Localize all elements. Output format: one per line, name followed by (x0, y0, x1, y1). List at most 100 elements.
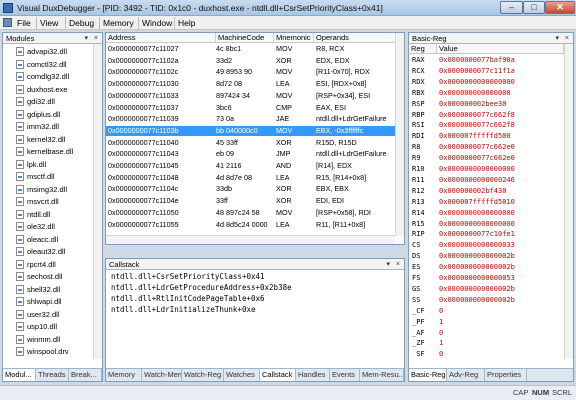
column-header-value[interactable]: Value (437, 44, 564, 54)
list-item[interactable]: oleaut32.dll (6, 246, 65, 258)
list-item[interactable]: sechost.dll (6, 271, 62, 283)
table-row[interactable]: 0x0000000077c11030 8d72 08 LEA ESI, [RDX+0x… (106, 79, 395, 90)
disassembly-vscroll[interactable] (395, 33, 404, 236)
column-header-address[interactable]: Address (106, 33, 216, 43)
table-row[interactable]: 0x0000000077c11043 eb 09 JMP ntdll.dll+LdrG… (106, 149, 395, 160)
menu-view[interactable]: View (36, 17, 61, 29)
table-row[interactable]: R11 0x0000000000000246 (409, 175, 564, 186)
table-row[interactable]: _SF 0 (409, 349, 564, 357)
tab-memory[interactable]: Memory (106, 369, 142, 381)
list-item[interactable]: ntdll.dll (6, 209, 50, 221)
list-item[interactable]: msimg32.dll (6, 184, 67, 196)
list-item[interactable]: gdiplus.dll (6, 109, 60, 121)
table-row[interactable]: 0x0000000077c1103b bb 040000c0 MOV EBX, -0x… (106, 125, 395, 137)
list-item[interactable]: rpcrt4.dll (6, 259, 56, 271)
list-item[interactable]: winmm.dll (6, 334, 60, 346)
table-row[interactable]: RSI 0x0000000077c662f8 (409, 120, 564, 131)
table-row[interactable]: RBP 0x0000000077c662f8 (409, 110, 564, 121)
callstack-entry[interactable]: ntdll.dll+LdrInitializeThunk+0xe (111, 305, 256, 314)
panel-controls[interactable]: ▾ × (555, 33, 571, 44)
tab-mem-resu[interactable]: Mem-Resu... (360, 369, 404, 381)
table-row[interactable]: 0x0000000077c11045 41 2116 AND [R14], EDX (106, 161, 395, 172)
menu-window[interactable]: Window (138, 17, 175, 29)
table-row[interactable]: R10 0x0000000000000000 (409, 164, 564, 175)
table-row[interactable]: R15 0x0000000000000000 (409, 219, 564, 230)
callstack-entry[interactable]: ntdll.dll+RtlInitCodePageTable+0x6 (111, 294, 265, 303)
table-row[interactable]: 0x0000000077c1102c 49 8953 90 MOV [R11-0x70… (106, 67, 395, 78)
menu-file[interactable]: File (14, 17, 34, 29)
list-item[interactable]: shlwapi.dll (6, 296, 62, 308)
minimize-button[interactable]: – (500, 1, 523, 14)
tab-callstack[interactable]: Callstack (260, 369, 296, 381)
list-item[interactable]: msctf.dll (6, 171, 55, 183)
close-button[interactable]: ✕ (545, 1, 575, 14)
table-row[interactable]: R14 0x0000000000000000 (409, 208, 564, 219)
table-row[interactable]: FS 0x0000000000000053 (409, 273, 564, 284)
list-item[interactable]: usp10.dll (6, 321, 57, 333)
column-header-operands[interactable]: Operands (314, 33, 396, 43)
table-row[interactable]: 0x0000000077c11050 48 897c24 58 MOV [RSP+0x… (106, 208, 395, 219)
tab-handles[interactable]: Handles (296, 369, 330, 381)
tab-watch-mem[interactable]: Watch-Mem (142, 369, 182, 381)
list-item[interactable]: duxhost.exe (6, 84, 67, 96)
column-header-mnemonic[interactable]: Mnemonic (274, 33, 314, 43)
table-row[interactable]: R8 0x0000000077c662e0 (409, 142, 564, 153)
modules-scrollbar[interactable] (93, 44, 102, 359)
list-item[interactable]: ole32.dll (6, 221, 55, 233)
callstack-entry[interactable]: ntdll.dll+LdrGetProcedureAddress+0x2b38e (111, 283, 292, 292)
maximize-button[interactable]: □ (523, 1, 545, 14)
table-row[interactable]: 0x0000000077c11055 4d 8d5c24 0000 LEA R11, … (106, 220, 395, 231)
table-row[interactable]: 0x0000000077c11039 73 0a JAE ntdll.dll+LdrG… (106, 114, 395, 125)
list-item[interactable]: imm32.dll (6, 121, 59, 133)
table-row[interactable]: R13 0x000007fffffd5010 (409, 197, 564, 208)
list-item[interactable]: oleacc.dll (6, 234, 58, 246)
table-row[interactable]: R12 0x000000002bf430 (409, 186, 564, 197)
list-item[interactable]: comdlg32.dll (6, 71, 69, 83)
tab-watch-reg[interactable]: Watch-Reg (182, 369, 224, 381)
list-item[interactable]: msvcrt.dll (6, 196, 59, 208)
menu-debug[interactable]: Debug (65, 17, 97, 29)
table-row[interactable]: RDX 0x0000000000000000 (409, 77, 564, 88)
table-row[interactable]: DS 0x000000000000002b (409, 251, 564, 262)
table-row[interactable]: 0x0000000077c11027 4c 8bc1 MOV R8, RCX (106, 44, 395, 55)
tab-basic-reg[interactable]: Basic-Reg (409, 369, 447, 381)
tab-events[interactable]: Events (330, 369, 360, 381)
list-item[interactable]: shell32.dll (6, 284, 60, 296)
table-row[interactable]: 0x0000000077c11037 3bc6 CMP EAX, ESI (106, 103, 395, 114)
table-row[interactable]: 0x0000000077c11033 897424 34 MOV [RSP+0x34]… (106, 91, 395, 102)
table-row[interactable]: _ZF 1 (409, 338, 564, 349)
table-row[interactable]: GS 0x000000000000002b (409, 284, 564, 295)
table-row[interactable]: 0x0000000077c1104e 33ff XOR EDI, EDI (106, 196, 395, 207)
table-row[interactable]: 0x0000000077c1104c 33db XOR EBX, EBX (106, 184, 395, 195)
table-row[interactable]: RAX 0x0000000077baf90a (409, 55, 564, 66)
table-row[interactable]: CS 0x0000000000000033 (409, 240, 564, 251)
list-item[interactable]: kernelbase.dll (6, 146, 73, 158)
list-item[interactable]: advapi32.dll (6, 46, 67, 58)
table-row[interactable]: 0x0000000077c11040 45 33ff XOR R15D, R15D (106, 138, 395, 149)
table-row[interactable]: _AF 0 (409, 328, 564, 339)
registers-scrollbar[interactable] (564, 44, 573, 359)
table-row[interactable]: RCX 0x0000000077c11f1a (409, 66, 564, 77)
table-row[interactable]: RBX 0x000000000000000 (409, 88, 564, 99)
column-header-reg[interactable]: Reg (409, 44, 437, 54)
table-row[interactable]: RSP 0x000000002bee30 (409, 99, 564, 110)
table-row[interactable]: ES 0x000000000000002b (409, 262, 564, 273)
table-row[interactable]: SS 0x000000000000002b (409, 295, 564, 306)
menu-help[interactable]: Help (174, 17, 198, 29)
list-item[interactable]: comctl32.dll (6, 59, 67, 71)
table-row[interactable]: _CF 0 (409, 306, 564, 317)
list-item[interactable]: gdi32.dll (6, 96, 55, 108)
callstack-entry[interactable]: ntdll.dll+CsrSetPriorityClass+0x41 (111, 272, 265, 281)
table-row[interactable]: RIP 0x0000000077c10fe1 (409, 229, 564, 240)
panel-controls[interactable]: ▾ × (386, 259, 402, 270)
tab-adv-reg[interactable]: Adv-Reg (447, 369, 485, 381)
column-header-machinecode[interactable]: MachineCode (216, 33, 274, 43)
list-item[interactable]: kernel32.dll (6, 134, 65, 146)
table-row[interactable]: 0x0000000077c11048 4d 8d7e 08 LEA R15, [R14… (106, 173, 395, 184)
table-row[interactable]: RDI 0x000007fffffd500 (409, 131, 564, 142)
tab-modules[interactable]: Modul... (3, 369, 36, 381)
document-icon[interactable] (3, 18, 12, 27)
list-item[interactable]: user32.dll (6, 309, 60, 321)
tab-properties[interactable]: Properties (485, 369, 527, 381)
disassembly-hscroll[interactable] (106, 235, 395, 244)
